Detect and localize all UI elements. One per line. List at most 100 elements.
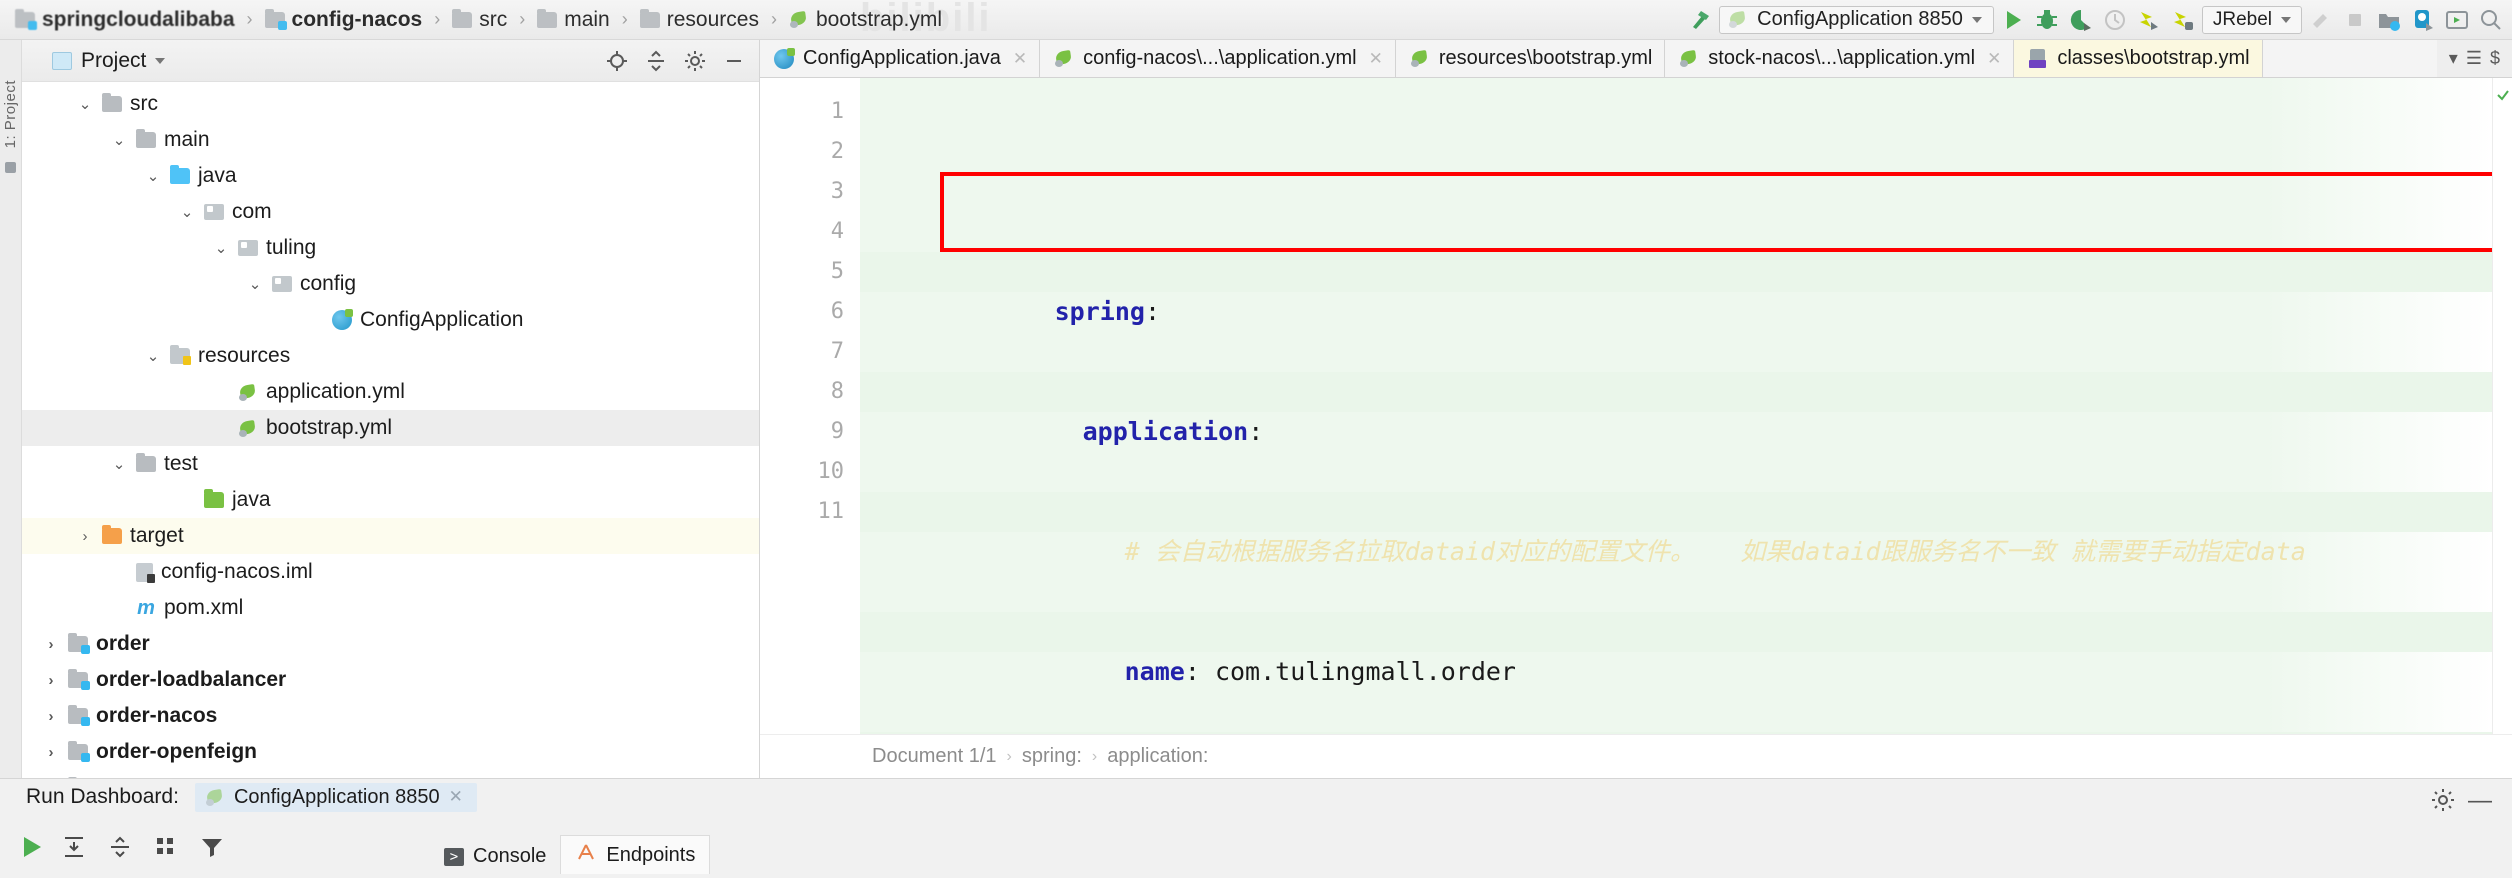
breadcrumb-application[interactable]: application: [1107, 745, 1208, 768]
chevron-down-icon[interactable]: ⌄ [144, 347, 162, 365]
sidebar-tab-structure-icon[interactable] [5, 162, 16, 174]
tree-node-config[interactable]: ⌄ config [22, 266, 759, 302]
code-content[interactable]: spring: application: # 会自动根据服务名拉取dataid对… [860, 78, 2492, 734]
collapse-all-icon[interactable] [641, 48, 671, 74]
chevron-down-icon[interactable] [155, 57, 166, 64]
code-line-5[interactable]: cloud: [860, 732, 2492, 734]
chevron-down-icon[interactable]: ⌄ [76, 95, 94, 113]
profiler-icon[interactable] [2100, 6, 2130, 34]
chevron-down-icon[interactable]: ⌄ [110, 131, 128, 149]
chevron-down-icon[interactable]: ⌄ [144, 167, 162, 185]
tree-node-order-ribbon[interactable]: › order-ribbon [22, 770, 759, 778]
line-number: 4 [830, 219, 844, 244]
editor-tab-config-nacos-application-yml[interactable]: config-nacos\...\application.yml ✕ [1040, 40, 1396, 77]
breadcrumb-item-project[interactable]: springcloudalibaba [6, 6, 244, 34]
sidebar-tab-project[interactable]: 1: Project [2, 80, 19, 148]
bottom-tab-endpoints[interactable]: Endpoints [560, 835, 711, 874]
collapse-all-icon[interactable] [107, 834, 133, 860]
tree-node-label: java [198, 164, 237, 187]
tree-node-pom[interactable]: ⌄ m pom.xml [22, 590, 759, 626]
breadcrumb-item-main[interactable]: main [528, 6, 619, 34]
chevron-right-icon[interactable]: › [42, 636, 60, 653]
tree-node-com[interactable]: ⌄ com [22, 194, 759, 230]
group-icon[interactable] [153, 834, 179, 860]
run-configuration-selector[interactable]: ConfigApplication 8850 [1719, 5, 1994, 34]
jrebel-selector[interactable]: JRebel [2201, 5, 2302, 34]
more-tabs-icon[interactable]: ▾ [2449, 48, 2458, 69]
jrebel-run-icon[interactable] [2134, 6, 2164, 34]
tree-node-label: application.yml [266, 380, 405, 403]
code-line-4[interactable]: name: com.tulingmall.order [860, 612, 2492, 686]
code-line-3[interactable]: # 会自动根据服务名拉取dataid对应的配置文件。 如果dataid跟服务名不… [860, 492, 2492, 566]
chevron-down-icon[interactable]: ⌄ [246, 275, 264, 293]
rerun-icon[interactable] [24, 836, 41, 857]
debug-icon[interactable] [2032, 6, 2062, 34]
close-icon[interactable]: ✕ [1013, 49, 1027, 69]
close-icon[interactable]: ✕ [1987, 49, 2001, 69]
tree-node-order[interactable]: › order [22, 626, 759, 662]
chevron-right-icon[interactable]: › [42, 672, 60, 689]
chevron-right-icon[interactable]: › [76, 528, 94, 545]
breadcrumb-item-src[interactable]: src [443, 6, 516, 34]
list-icon[interactable]: ☰ [2466, 48, 2482, 69]
code-line-1[interactable]: spring: [860, 252, 2492, 326]
ide-body: 1: Project Project ⌄ src ⌄ main ⌄ java ⌄… [0, 40, 2512, 778]
expand-all-icon[interactable] [61, 834, 87, 860]
chevron-right-icon[interactable]: › [42, 708, 60, 725]
bottom-tab-console[interactable]: > Console [430, 839, 560, 874]
locate-icon[interactable] [602, 48, 632, 74]
code-editor[interactable]: 1 2 3 4 5 6 7 8 9 10 11 spring: applicat… [760, 78, 2512, 734]
tree-node-target[interactable]: › target [22, 518, 759, 554]
filter-icon[interactable] [199, 834, 225, 860]
tree-node-order-nacos[interactable]: › order-nacos [22, 698, 759, 734]
chevron-down-icon[interactable]: ⌄ [110, 455, 128, 473]
preview-icon[interactable] [2442, 6, 2472, 34]
breadcrumb-label: bootstrap.yml [815, 7, 943, 31]
tree-node-bootstrap-yml[interactable]: ⌄ bootstrap.yml [22, 410, 759, 446]
editor-tab-resources-bootstrap-yml[interactable]: resources\bootstrap.yml [1395, 40, 1666, 77]
tree-node-order-loadbalancer[interactable]: › order-loadbalancer [22, 662, 759, 698]
hammer-icon[interactable] [1685, 6, 1715, 34]
editor-tab-configapplication-java[interactable]: ConfigApplication.java ✕ [760, 40, 1041, 77]
gear-icon[interactable] [2430, 787, 2456, 818]
tree-node-configapplication[interactable]: ⌄ ConfigApplication [22, 302, 759, 338]
stop-icon[interactable] [2340, 6, 2370, 34]
chevron-down-icon[interactable]: ⌄ [212, 239, 230, 257]
editor-scrollbar[interactable] [2492, 78, 2512, 734]
minimize-icon[interactable] [719, 48, 749, 74]
tree-node-tuling[interactable]: ⌄ tuling [22, 230, 759, 266]
chevron-right-icon[interactable]: › [42, 744, 60, 761]
tree-node-order-openfeign[interactable]: › order-openfeign [22, 734, 759, 770]
database-icon[interactable] [2408, 6, 2438, 34]
run-icon[interactable] [1998, 6, 2028, 34]
inspections-ok-icon[interactable] [2496, 88, 2509, 101]
run-with-coverage-icon[interactable] [2066, 6, 2096, 34]
jrebel-debug-icon[interactable] [2168, 6, 2198, 34]
close-icon[interactable]: ✕ [449, 787, 463, 807]
tree-node-java[interactable]: ⌄ java [22, 158, 759, 194]
breadcrumb-item-resources[interactable]: resources [631, 6, 768, 34]
run-dashboard-chip[interactable]: ConfigApplication 8850 ✕ [194, 782, 477, 812]
project-tree[interactable]: ⌄ src ⌄ main ⌄ java ⌄ com ⌄ tuling ⌄ con… [22, 82, 759, 778]
breadcrumb-item-module[interactable]: config-nacos [256, 6, 432, 34]
attach-icon[interactable] [2306, 6, 2336, 34]
editor-tab-classes-bootstrap-yml[interactable]: classes\bootstrap.yml [2014, 40, 2263, 77]
gear-icon[interactable] [680, 48, 710, 74]
search-icon[interactable] [2476, 6, 2506, 34]
tree-node-main[interactable]: ⌄ main [22, 122, 759, 158]
close-icon[interactable]: ✕ [1369, 49, 1383, 69]
split-icon[interactable]: $ [2490, 48, 2500, 69]
tree-node-test[interactable]: ⌄ test [22, 446, 759, 482]
tree-node-src[interactable]: ⌄ src [22, 86, 759, 122]
editor-tab-stock-nacos-application-yml[interactable]: stock-nacos\...\application.yml ✕ [1665, 40, 2015, 77]
tree-node-resources[interactable]: ⌄ resources [22, 338, 759, 374]
breadcrumb-item-file[interactable]: bootstrap.yml [780, 6, 951, 34]
folder-sync-icon[interactable] [2374, 6, 2404, 34]
code-line-2[interactable]: application: [860, 372, 2492, 446]
breadcrumb-spring[interactable]: spring: [1022, 745, 1082, 768]
tree-node-application-yml[interactable]: ⌄ application.yml [22, 374, 759, 410]
tree-node-test-java[interactable]: ⌄ java [22, 482, 759, 518]
minimize-icon[interactable]: — [2468, 787, 2492, 815]
tree-node-iml[interactable]: ⌄ config-nacos.iml [22, 554, 759, 590]
chevron-down-icon[interactable]: ⌄ [178, 203, 196, 221]
